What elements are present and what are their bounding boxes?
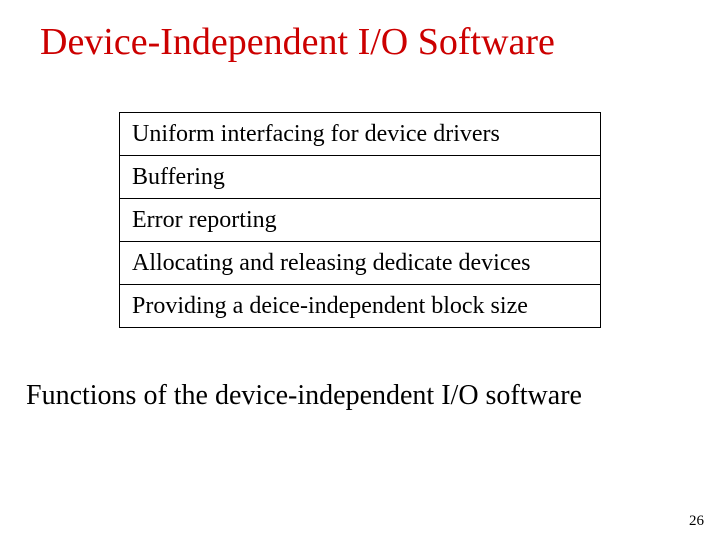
table-row: Buffering <box>120 155 600 198</box>
functions-table: Uniform interfacing for device drivers B… <box>119 112 601 328</box>
table-cell: Uniform interfacing for device drivers <box>120 113 600 155</box>
table-cell: Error reporting <box>120 199 600 241</box>
table-row: Providing a deice-independent block size <box>120 284 600 327</box>
slide: Device-Independent I/O Software Uniform … <box>0 0 720 540</box>
table-cell: Buffering <box>120 156 600 198</box>
table-row: Uniform interfacing for device drivers <box>120 113 600 155</box>
page-number: 26 <box>689 513 704 530</box>
slide-title: Device-Independent I/O Software <box>0 0 720 64</box>
table-row: Allocating and releasing dedicate device… <box>120 241 600 284</box>
table-row: Error reporting <box>120 198 600 241</box>
table-cell: Allocating and releasing dedicate device… <box>120 242 600 284</box>
caption: Functions of the device-independent I/O … <box>0 380 720 412</box>
table-cell: Providing a deice-independent block size <box>120 285 600 327</box>
